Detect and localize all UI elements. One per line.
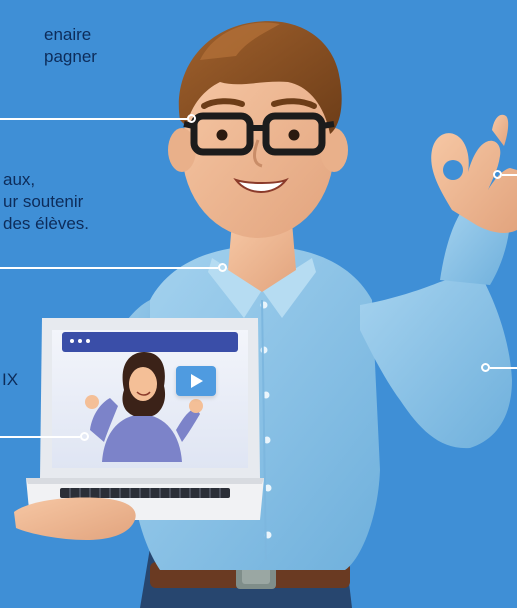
connector-line-arm [490, 367, 517, 369]
hotspot-glasses[interactable] [187, 114, 196, 123]
teacher-illustration [14, 21, 517, 608]
hotspot-arm[interactable] [481, 363, 490, 372]
play-icon [191, 374, 203, 388]
illustration-stage: enaire pagner aux, ur soutenir des élève… [0, 0, 517, 608]
hotspot-collar[interactable] [218, 263, 227, 272]
hotspot-hand[interactable] [493, 170, 502, 179]
connector-line-glasses [0, 118, 188, 120]
window-dots-icon [70, 339, 94, 345]
hotspot-laptop[interactable] [80, 432, 89, 441]
connector-line-collar [0, 267, 218, 269]
connector-line-hand [502, 174, 517, 176]
play-button[interactable] [176, 366, 216, 396]
connector-line-laptop [0, 436, 80, 438]
